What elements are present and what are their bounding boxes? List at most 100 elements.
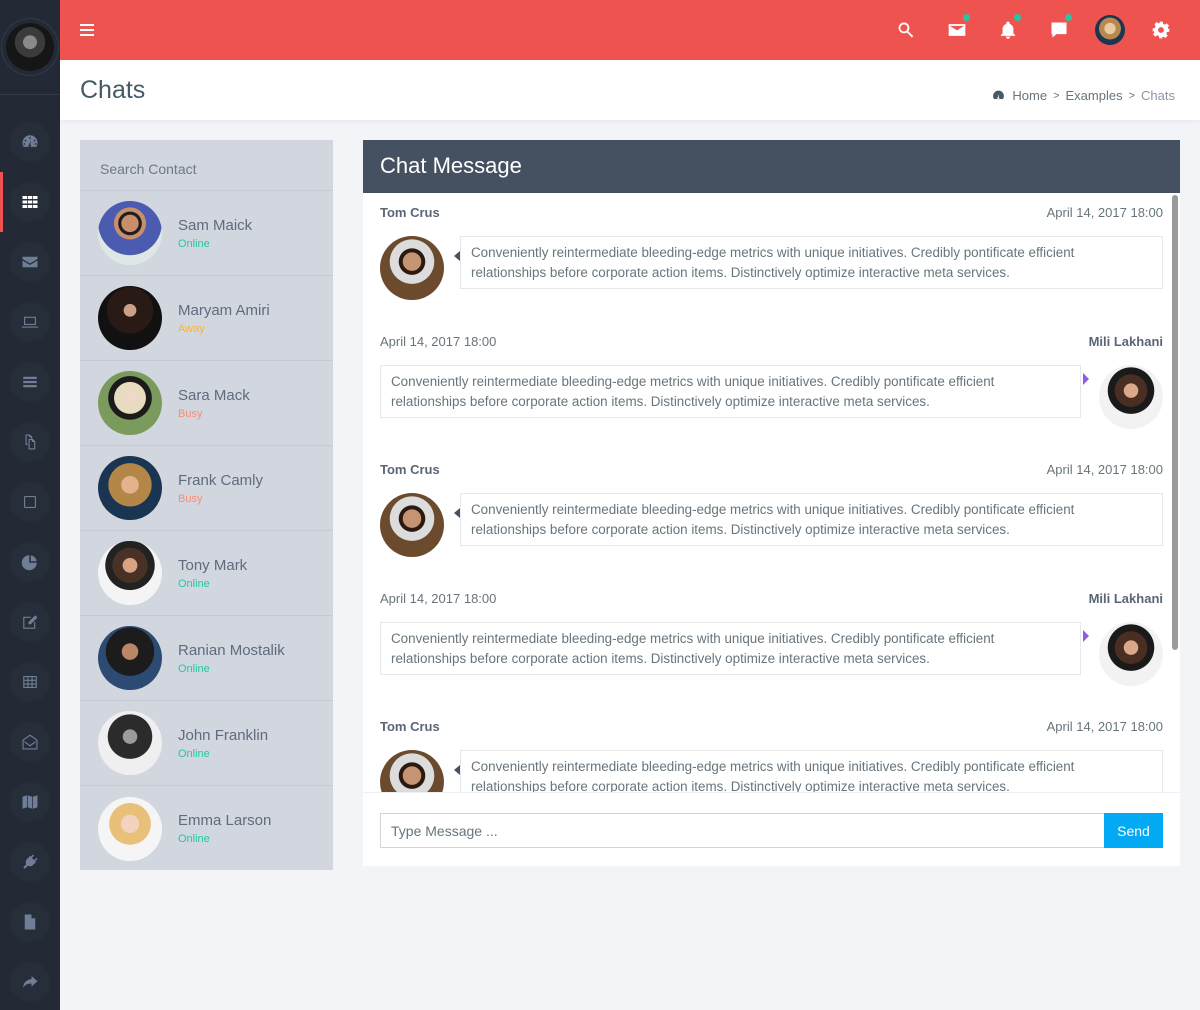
contact-status: Online xyxy=(178,237,210,250)
contacts-panel: Search Contact Sam Maick Online Maryam Ami… xyxy=(80,140,333,870)
envelope-icon xyxy=(22,256,38,268)
mail-button[interactable] xyxy=(931,0,982,60)
send-button[interactable]: Send xyxy=(1104,813,1163,848)
message-sender: Mili Lakhani xyxy=(1088,591,1163,606)
contact-avatar xyxy=(98,456,162,520)
contact-item[interactable]: Emma Larson Online xyxy=(80,786,333,871)
settings-button[interactable] xyxy=(1135,0,1186,60)
chat-panel: Chat Message Tom Crus April 14, 2017 18:0… xyxy=(363,140,1180,866)
message-time: April 14, 2017 18:00 xyxy=(380,334,497,349)
message-bubble: Conveniently reintermediate bleeding-edg… xyxy=(454,493,1163,546)
user-profile-avatar[interactable] xyxy=(1,18,59,76)
sidebar-item-dashboard[interactable] xyxy=(0,112,60,172)
message-input[interactable] xyxy=(380,813,1104,848)
chat-composer: Send xyxy=(380,813,1163,848)
contact-avatar xyxy=(98,626,162,690)
chat-message: Tom Crus April 14, 2017 18:00 Conveniently… xyxy=(380,719,1163,792)
chat-message: Tom Crus April 14, 2017 18:00 Conveniently… xyxy=(380,205,1163,300)
envelope-open-icon xyxy=(22,734,38,750)
message-avatar xyxy=(380,236,444,300)
contact-item[interactable]: Tony Mark Online xyxy=(80,531,333,616)
contact-item[interactable]: John Franklin Online xyxy=(80,701,333,786)
search-button[interactable] xyxy=(880,0,931,60)
chat-message: Tom Crus April 14, 2017 18:00 Conveniently… xyxy=(380,462,1163,557)
user-avatar xyxy=(1094,15,1125,45)
message-time: April 14, 2017 18:00 xyxy=(1046,462,1163,477)
contact-item[interactable]: Sam Maick Online xyxy=(80,191,333,276)
message-time: April 14, 2017 18:00 xyxy=(380,591,497,606)
contact-avatar xyxy=(98,286,162,350)
page-title: Chats xyxy=(80,76,146,104)
message-sender: Tom Crus xyxy=(380,462,440,477)
contact-name: Sam Maick xyxy=(178,216,253,234)
contact-item[interactable]: Ranian Mostalik Online xyxy=(80,616,333,701)
contact-item[interactable]: Maryam Amiri Away xyxy=(80,276,333,361)
contact-item[interactable]: Frank Camly Busy xyxy=(80,446,333,531)
sidebar-item-email[interactable] xyxy=(0,232,60,292)
file-icon xyxy=(24,914,36,930)
laptop-icon xyxy=(21,316,39,328)
sidebar-item-share[interactable] xyxy=(0,952,60,1010)
sidebar-item-plugins[interactable] xyxy=(0,832,60,892)
message-bubble: Conveniently reintermediate bleeding-edg… xyxy=(454,236,1163,289)
contact-status: Online xyxy=(178,833,210,845)
apps-grid-icon xyxy=(22,196,38,208)
breadcrumb-separator: > xyxy=(1053,89,1060,102)
sidebar-user xyxy=(0,0,60,95)
contact-info: Emma Larson Online xyxy=(178,812,271,845)
plug-icon xyxy=(23,854,38,869)
message-bubble: Conveniently reintermediate bleeding-edg… xyxy=(380,365,1089,418)
mail-icon xyxy=(948,24,965,36)
edit-icon xyxy=(23,615,38,629)
sidebar-item-inbox[interactable] xyxy=(0,712,60,772)
sidebar-nav xyxy=(0,95,60,1010)
sidebar-item-maps[interactable] xyxy=(0,772,60,832)
sidebar xyxy=(0,0,60,1010)
contact-name: Maryam Amiri xyxy=(178,301,270,319)
contact-status: Online xyxy=(178,662,210,675)
message-time: April 14, 2017 18:00 xyxy=(1046,719,1163,734)
message-avatar xyxy=(1099,365,1163,429)
message-avatar xyxy=(380,493,444,557)
bell-notification-dot xyxy=(1014,14,1021,21)
sidebar-item-apps[interactable] xyxy=(0,172,60,232)
breadcrumb-home[interactable]: Home xyxy=(1012,88,1047,103)
contact-avatar xyxy=(98,541,162,605)
breadcrumb-current: Chats xyxy=(1141,88,1175,103)
menu-toggle-button[interactable] xyxy=(80,24,94,36)
contact-status: Busy xyxy=(178,407,203,420)
contact-avatar xyxy=(98,201,162,265)
contact-name: Tony Mark xyxy=(178,556,248,574)
contact-status: Online xyxy=(178,577,210,590)
sidebar-item-pages[interactable] xyxy=(0,412,60,472)
notifications-button[interactable] xyxy=(982,0,1033,60)
message-avatar xyxy=(1099,622,1163,686)
dashboard-gauge-icon xyxy=(22,135,38,148)
message-sender: Tom Crus xyxy=(380,205,440,220)
message-time: April 14, 2017 18:00 xyxy=(1046,205,1163,220)
contact-item[interactable]: Sara Mack Busy xyxy=(80,361,333,446)
contact-avatar xyxy=(98,371,162,435)
sidebar-item-layout[interactable] xyxy=(0,352,60,412)
profile-button[interactable] xyxy=(1084,0,1135,60)
share-icon xyxy=(23,976,38,988)
breadcrumb-examples[interactable]: Examples xyxy=(1066,88,1123,103)
topbar xyxy=(60,0,1200,60)
messages-button[interactable] xyxy=(1033,0,1084,60)
contact-name: Emma Larson xyxy=(178,812,272,829)
sidebar-item-forms[interactable] xyxy=(0,592,60,652)
mail-notification-dot xyxy=(963,14,970,21)
sidebar-item-ui[interactable] xyxy=(0,292,60,352)
sidebar-item-tables[interactable] xyxy=(0,652,60,712)
messages-notification-dot xyxy=(1065,14,1072,21)
contact-info: Maryam Amiri Away xyxy=(178,302,270,335)
chat-scrollbar[interactable] xyxy=(1172,195,1178,650)
sidebar-item-docs[interactable] xyxy=(0,892,60,952)
contact-info: Tony Mark Online xyxy=(178,557,247,590)
sidebar-item-charts[interactable] xyxy=(0,532,60,592)
message-avatar xyxy=(380,750,444,792)
chat-message: April 14, 2017 18:00 Mili Lakhani Convenie… xyxy=(380,591,1163,686)
sidebar-item-widgets[interactable] xyxy=(0,472,60,532)
search-contact-input[interactable]: Search Contact xyxy=(80,140,333,191)
contact-status: Away xyxy=(178,322,205,335)
